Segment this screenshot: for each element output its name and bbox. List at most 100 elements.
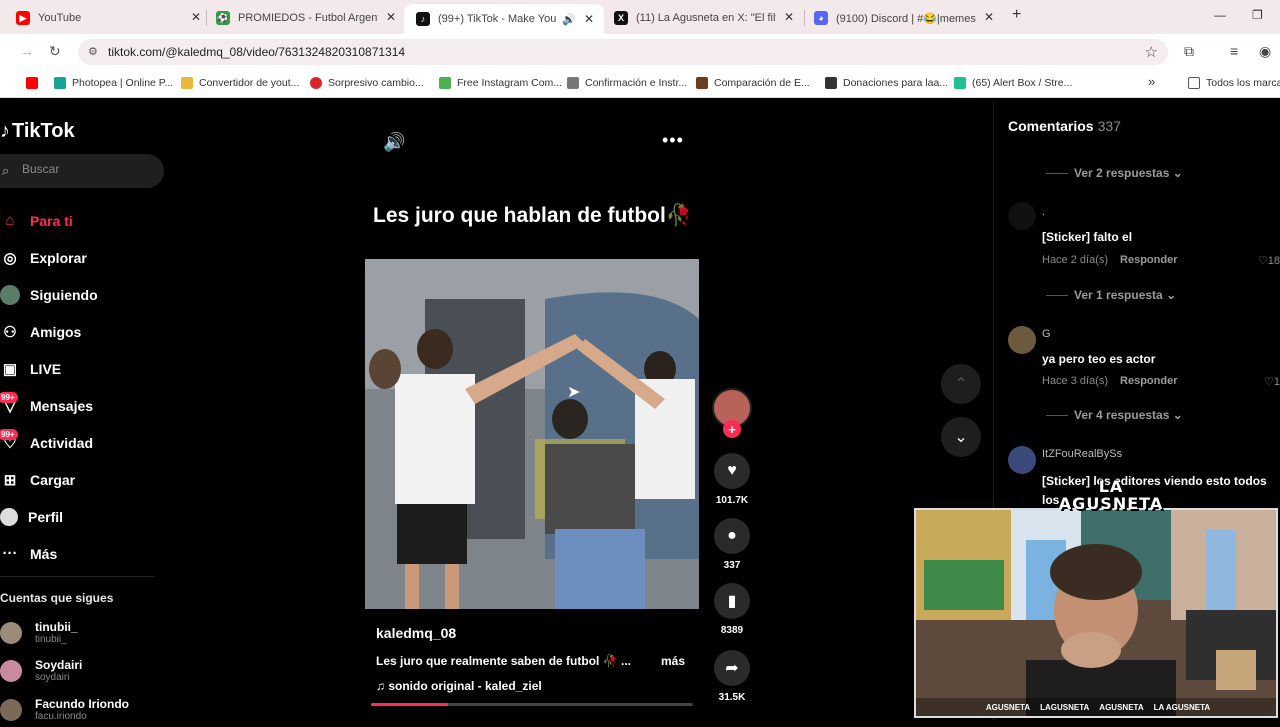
donation-icon: [825, 77, 837, 89]
bookmark-star-icon[interactable]: ☆: [1145, 43, 1158, 61]
video-overlay-title: Les juro que hablan de futbol🥀: [373, 204, 692, 227]
share-icon: ➦: [714, 650, 750, 686]
close-icon[interactable]: ✕: [784, 10, 794, 24]
bookmark-confirmacion[interactable]: Confirmación e Instr...: [567, 77, 687, 89]
video-author[interactable]: kaledmq_08: [376, 625, 456, 641]
followed-account[interactable]: tinubii_ tinubii_: [0, 616, 78, 650]
tiktok-note-icon: ♪: [0, 120, 10, 142]
avatar[interactable]: [1008, 446, 1036, 474]
previous-video-button[interactable]: ⌃: [941, 364, 981, 404]
close-icon[interactable]: ✕: [584, 12, 594, 26]
video-sound[interactable]: ♫ sonido original - kaled_ziel: [376, 679, 542, 693]
bookmark-donaciones[interactable]: Donaciones para laa...: [825, 77, 948, 89]
nav-explorar[interactable]: ◎ Explorar: [0, 239, 160, 276]
avatar: [0, 699, 22, 721]
avatar[interactable]: [1008, 202, 1036, 230]
nav-amigos[interactable]: ⚇ Amigos: [0, 313, 160, 350]
reply-button[interactable]: Responder: [1120, 375, 1177, 387]
search-box[interactable]: ⌕: [0, 154, 164, 188]
share-button[interactable]: ➦ 31.5K: [710, 650, 754, 703]
nav-siguiendo[interactable]: Siguiendo: [0, 276, 160, 313]
comment-like[interactable]: ♡1: [1264, 375, 1280, 388]
reply-button[interactable]: Responder: [1120, 254, 1177, 266]
sidebar-nav: ⌂ Para ti ◎ Explorar Siguiendo ⚇ Amigos ▣ LI…: [0, 202, 160, 572]
avatar[interactable]: [1008, 326, 1036, 354]
nav-actividad[interactable]: ♡ 99+ Actividad: [0, 424, 160, 461]
close-icon[interactable]: ✕: [984, 10, 994, 24]
comment-username[interactable]: ItZFouRealBySs: [1042, 448, 1122, 460]
x-icon: X: [614, 11, 628, 25]
nav-live[interactable]: ▣ LIVE: [0, 350, 160, 387]
bookmark-instagram[interactable]: Free Instagram Com...: [439, 77, 562, 89]
promiedos-icon: ⚽: [216, 11, 230, 25]
alert-box-icon: [954, 77, 966, 89]
view-replies-toggle[interactable]: Ver 1 respuesta ⌄: [1046, 288, 1176, 302]
bookmark-convertidor[interactable]: Convertidor de yout...: [181, 77, 299, 89]
tab-discord[interactable]: ◕ (9100) Discord | #😂|memes | ✕: [814, 6, 994, 30]
minimize-button[interactable]: —: [1214, 8, 1226, 22]
bookmark-youtube[interactable]: [26, 77, 44, 89]
url-omnibox[interactable]: ⚙ tiktok.com/@kaledmq_08/video/763132482…: [78, 39, 1168, 65]
photopea-icon: [54, 77, 66, 89]
messages-icon: ▽ 99+: [0, 391, 20, 416]
tab-tiktok[interactable]: ♪ (99+) TikTok - Make Your Day 🔊 ✕: [404, 4, 604, 34]
close-icon[interactable]: ✕: [191, 10, 201, 24]
live-icon: ▣: [2, 360, 18, 378]
search-input[interactable]: [22, 162, 152, 176]
extensions-icon[interactable]: ⧉: [1184, 43, 1194, 60]
comment-like[interactable]: ♡18: [1258, 254, 1280, 267]
close-icon[interactable]: ✕: [386, 10, 396, 24]
bookmarks-overflow-icon[interactable]: »: [1148, 74, 1155, 89]
volume-icon[interactable]: 🔊: [383, 132, 405, 153]
video-player[interactable]: [365, 259, 699, 609]
save-button[interactable]: ▮ 8389: [710, 583, 754, 636]
bookmark-sorpresivo[interactable]: Sorpresivo cambio...: [310, 77, 424, 89]
tab-x[interactable]: X (11) La Agusneta en X: "El filtro ✕: [614, 6, 794, 30]
speaker-icon[interactable]: 🔊: [562, 13, 576, 26]
followed-account[interactable]: Soydairi soydairi: [0, 654, 82, 688]
bookmark-photopea[interactable]: Photopea | Online P...: [54, 77, 173, 89]
reload-icon[interactable]: ↻: [49, 43, 61, 60]
all-bookmarks-folder[interactable]: Todos los marca: [1188, 77, 1280, 89]
bookmark-comparacion[interactable]: Comparación de E...: [696, 77, 810, 89]
folder-icon: [1188, 77, 1200, 89]
profile-icon[interactable]: ◉: [1259, 43, 1271, 60]
nav-mas[interactable]: ··· Más: [0, 535, 160, 572]
bookmarks-bar: Photopea | Online P... Convertidor de yo…: [0, 70, 1280, 98]
comment-button[interactable]: ● 337: [710, 518, 754, 571]
new-tab-button[interactable]: +: [1012, 6, 1021, 24]
tiktok-logo[interactable]: ♪ TikTok: [0, 120, 75, 143]
url-text[interactable]: tiktok.com/@kaledmq_08/video/76313248203…: [108, 45, 405, 59]
comment-username[interactable]: G: [1042, 328, 1051, 340]
site-icon: [696, 77, 708, 89]
friends-icon: ⚇: [3, 323, 17, 341]
discord-icon: ◕: [814, 11, 828, 25]
follow-plus-icon[interactable]: +: [723, 420, 741, 438]
restore-button[interactable]: ❐: [1252, 8, 1263, 22]
tab-promiedos[interactable]: ⚽ PROMIEDOS - Futbol Argentino ✕: [216, 6, 396, 30]
comment-icon: ●: [714, 518, 750, 554]
site-info-icon[interactable]: ⚙: [88, 45, 98, 58]
avatar: [0, 622, 22, 644]
nav-para-ti[interactable]: ⌂ Para ti: [0, 202, 160, 239]
compass-icon: ◎: [3, 249, 17, 267]
nav-cargar[interactable]: ⊞ Cargar: [0, 461, 160, 498]
nav-mensajes[interactable]: ▽ 99+ Mensajes: [0, 387, 160, 424]
tiktok-icon: ♪: [416, 12, 430, 26]
view-replies-toggle[interactable]: Ver 2 respuestas ⌄: [1046, 166, 1183, 180]
tab-youtube[interactable]: ▶ YouTube ✕: [16, 6, 201, 30]
avatar: [0, 660, 22, 682]
followed-account[interactable]: Facundo Iriondo facu.iriondo: [0, 693, 129, 727]
like-button[interactable]: ♥ 101.7K: [710, 453, 754, 506]
video-progress-bar[interactable]: [371, 703, 693, 706]
next-video-button[interactable]: ⌄: [941, 417, 981, 457]
forward-icon[interactable]: →: [20, 43, 34, 59]
nav-perfil[interactable]: Perfil: [0, 498, 160, 535]
more-options-icon[interactable]: •••: [662, 130, 684, 151]
view-replies-toggle[interactable]: Ver 4 respuestas ⌄: [1046, 408, 1183, 422]
comment-username[interactable]: .: [1042, 206, 1045, 218]
more-description-link[interactable]: más: [661, 654, 685, 668]
media-controls-icon[interactable]: ≡: [1230, 43, 1238, 59]
chevron-up-icon: ⌃: [954, 376, 968, 393]
bookmark-alertbox[interactable]: (65) Alert Box / Stre...: [954, 77, 1072, 89]
